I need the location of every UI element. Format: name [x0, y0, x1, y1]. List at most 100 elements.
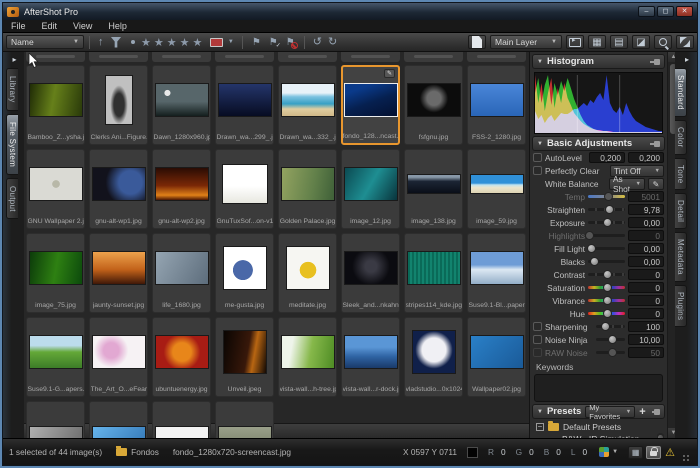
temp-slider[interactable]	[588, 195, 625, 198]
slider-handle[interactable]	[604, 192, 613, 201]
pin-icon[interactable]	[652, 409, 660, 415]
sidebar-tab-color[interactable]: Color	[675, 120, 687, 155]
thumbnail-cell[interactable]: Wallpaper02.jpg	[467, 317, 526, 397]
thumbnail-cell[interactable]: image_138.jpg	[404, 149, 463, 229]
collapse-right-panel-icon[interactable]: ▸	[675, 52, 697, 65]
raw-noise-checkbox[interactable]	[533, 348, 542, 357]
flag-pick-icon[interactable]: ⚑	[252, 37, 261, 48]
thumbnail-cell-partial[interactable]	[404, 52, 463, 62]
flag-review-icon[interactable]: ⚑✓	[269, 37, 278, 48]
autolevel-value-1[interactable]: 0,200	[589, 152, 625, 163]
thumbnail-cell[interactable]: ✎fondo_128...ncast.jpg	[341, 65, 400, 145]
white-balance-dropdown[interactable]: As Shot ▼	[609, 178, 645, 190]
autolevel-value-2[interactable]: 0,200	[628, 152, 664, 163]
slideshow-button[interactable]	[566, 35, 584, 49]
thumbnail-cell-partial[interactable]	[89, 401, 148, 438]
copy-settings-button[interactable]	[468, 35, 486, 49]
thumbnail-cell[interactable]: gnu-alt-wp1.jpg	[89, 149, 148, 229]
thumbnail-cell[interactable]: Golden Palace.jpg	[278, 149, 337, 229]
thumbnail-cell-partial[interactable]	[152, 52, 211, 62]
fill-light-value[interactable]: 0,00	[628, 243, 664, 254]
sidebar-tab-standard[interactable]: Standard	[675, 68, 687, 117]
preset-folder-row[interactable]: –Default Presets	[536, 421, 667, 433]
menu-item-help[interactable]: Help	[100, 20, 135, 32]
thumbnail-cell[interactable]: Clerks Ani...Figure.jpg	[89, 65, 148, 145]
chevron-down-icon[interactable]: ▼	[612, 449, 618, 455]
thumbnail-cell[interactable]: fsfgnu.jpg	[404, 65, 463, 145]
thumbnail-cell-partial[interactable]	[215, 52, 274, 62]
noise-ninja-value[interactable]: 10,00	[628, 334, 664, 345]
maximize-button[interactable]: ◻	[657, 6, 674, 17]
thumbnail-cell[interactable]: Suse9.1-Bl...papers.jpg	[467, 233, 526, 313]
sort-direction-icon[interactable]: ↑	[98, 35, 104, 49]
slider-handle[interactable]	[603, 270, 612, 279]
slider-handle[interactable]	[608, 348, 617, 357]
pin-icon[interactable]	[650, 59, 660, 65]
pin-icon[interactable]	[650, 141, 660, 147]
thumbnail-cell[interactable]: GnuTuxSof...on-v1.jpg	[215, 149, 274, 229]
thumbnail-cell[interactable]: meditate.jpg	[278, 233, 337, 313]
thumbnail-cell[interactable]: Unveil.jpeg	[215, 317, 274, 397]
lock-button[interactable]	[646, 446, 661, 459]
thumbnail-cell-partial[interactable]	[215, 401, 274, 438]
straighten-value[interactable]: 9,78	[628, 204, 664, 215]
vibrance-slider[interactable]	[588, 299, 625, 302]
sharpening-value[interactable]: 100	[628, 321, 664, 332]
thumbnail-cell[interactable]: Dawn_1280x960.jpg	[152, 65, 211, 145]
grid-view-button[interactable]: ▦	[588, 35, 606, 49]
sharpening-checkbox[interactable]	[533, 322, 542, 331]
vibrance-value[interactable]: 0	[628, 295, 664, 306]
histogram-header[interactable]: ▼ Histogram	[532, 54, 665, 69]
sidebar-tab-metadata[interactable]: Metadata	[675, 232, 687, 282]
flag-reject-icon[interactable]: ⚑	[286, 37, 295, 48]
filter-icon[interactable]	[111, 37, 122, 48]
color-label-dropdown-icon[interactable]: ▼	[228, 35, 234, 49]
close-button[interactable]: ✕	[676, 6, 693, 17]
thumbnail-cell[interactable]: image_75.jpg	[26, 233, 85, 313]
sidebar-tab-file-system[interactable]: File System	[6, 114, 18, 175]
slider-handle[interactable]	[590, 257, 599, 266]
saturation-slider[interactable]	[588, 286, 625, 289]
minimize-button[interactable]: –	[638, 6, 655, 17]
thumbnail-cell[interactable]: Sleek_and...nkahn.jpg	[341, 233, 400, 313]
star-icon[interactable]: ★	[180, 37, 190, 49]
presets-filter-dropdown[interactable]: My Favorites ▼	[585, 406, 635, 418]
exposure-value[interactable]: 0,00	[628, 217, 664, 228]
keywords-input[interactable]	[534, 374, 663, 402]
thumbnail-cell[interactable]: FSS-2_1280.jpg	[467, 65, 526, 145]
highlights-value[interactable]: 0	[628, 230, 664, 241]
layer-selector-dropdown[interactable]: Main Layer ▼	[490, 35, 562, 49]
thumbnail-cell[interactable]: Bamboo_Z...ysha.jpg	[26, 65, 85, 145]
sidebar-tab-output[interactable]: Output	[6, 178, 18, 220]
perfectly-clear-checkbox[interactable]	[533, 166, 542, 175]
saturation-value[interactable]: 0	[628, 282, 664, 293]
thumbnail-cell[interactable]: vista-wall...r-dock.jpg	[341, 317, 400, 397]
basic-adjustments-header[interactable]: ▼ Basic Adjustments	[532, 136, 665, 151]
warning-icon[interactable]: ⚠	[665, 446, 675, 459]
sidebar-tab-plugins[interactable]: Plugins	[675, 285, 687, 327]
thumbnail-cell-partial[interactable]	[89, 52, 148, 62]
exposure-slider[interactable]	[588, 221, 625, 224]
menu-item-file[interactable]: File	[3, 20, 34, 32]
rating-none-icon[interactable]	[131, 40, 135, 44]
sidebar-tab-tone[interactable]: Tone	[675, 158, 687, 191]
autolevel-checkbox[interactable]	[533, 153, 542, 162]
blacks-slider[interactable]	[588, 260, 625, 263]
thumbnail-cell[interactable]: vista-wall...h-tree.jpg	[278, 317, 337, 397]
thumbnail-cell[interactable]: gnu-alt-wp2.jpg	[152, 149, 211, 229]
sidebar-tab-library[interactable]: Library	[6, 68, 18, 111]
slider-handle[interactable]	[587, 244, 596, 253]
temp-value[interactable]: 5001	[628, 191, 664, 202]
thumbnail-cell[interactable]: image_59.jpg	[467, 149, 526, 229]
thumbnail-cell-partial[interactable]	[152, 401, 211, 438]
slider-handle[interactable]	[605, 205, 614, 214]
slider-handle[interactable]	[603, 283, 612, 292]
color-management-icon[interactable]	[599, 447, 609, 457]
rotate-right-icon[interactable]: ↻	[328, 35, 337, 49]
fullscreen-button[interactable]	[676, 35, 694, 49]
color-label-swatch[interactable]	[210, 38, 223, 47]
star-icon[interactable]: ★	[193, 37, 203, 49]
hue-slider[interactable]	[588, 312, 625, 315]
slider-handle[interactable]	[603, 218, 612, 227]
raw-noise-value[interactable]: 50	[628, 347, 664, 358]
